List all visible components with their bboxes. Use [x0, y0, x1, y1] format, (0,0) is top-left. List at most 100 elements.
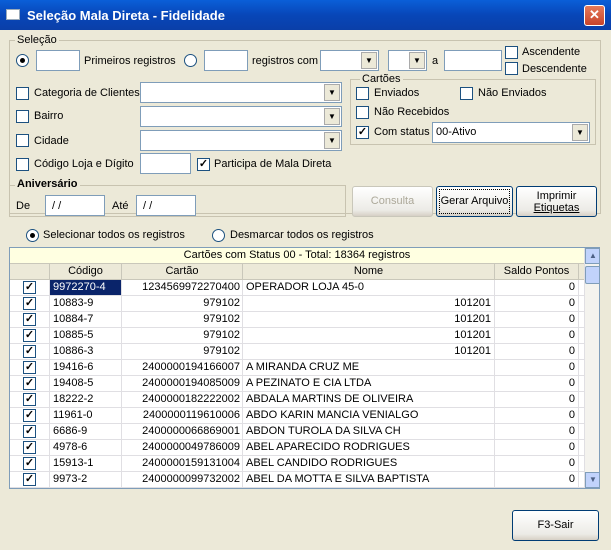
status-combo[interactable]: 00-Ativo ▼ [432, 122, 590, 143]
table-row[interactable]: ✓ 9973-2 2400000099732002 ABEL DA MOTTA E S… [10, 472, 584, 488]
row-codigo: 6686-9 [50, 424, 122, 439]
table-row[interactable]: ✓ 11961-0 2400000119610006 ABDO KARIN MANCI… [10, 408, 584, 424]
table-row[interactable]: ✓ 10884-7 979102 101201 0 [10, 312, 584, 328]
grid-vscrollbar[interactable]: ▲ ▼ [584, 248, 599, 488]
row-check-cell[interactable]: ✓ [10, 360, 50, 375]
scroll-thumb[interactable] [585, 266, 599, 284]
row-check-cell[interactable]: ✓ [10, 344, 50, 359]
nao-recebidos-checkbox[interactable] [356, 106, 369, 119]
chevron-down-icon[interactable]: ▼ [324, 132, 340, 149]
operator-combo[interactable]: ▼ [388, 50, 427, 71]
chevron-down-icon[interactable]: ▼ [409, 52, 425, 69]
row-checkbox[interactable]: ✓ [23, 425, 36, 438]
row-checkbox[interactable]: ✓ [23, 457, 36, 470]
row-checkbox[interactable]: ✓ [23, 473, 36, 486]
consulta-button[interactable]: Consulta [352, 186, 433, 217]
row-check-cell[interactable]: ✓ [10, 408, 50, 423]
imprimir-etiquetas-button[interactable]: Imprimir Etiquetas [516, 186, 597, 217]
table-row[interactable]: ✓ 10886-3 979102 101201 0 [10, 344, 584, 360]
row-check-cell[interactable]: ✓ [10, 392, 50, 407]
primeiros-input[interactable] [36, 50, 80, 71]
cidade-combo[interactable]: ▼ [140, 130, 342, 151]
scroll-up-button[interactable]: ▲ [585, 248, 599, 264]
table-row[interactable]: ✓ 19408-5 2400000194085009 A PEZINATO E CIA… [10, 376, 584, 392]
enviados-checkbox[interactable] [356, 87, 369, 100]
row-check-cell[interactable]: ✓ [10, 296, 50, 311]
bairro-checkbox[interactable] [16, 110, 29, 123]
field-combo[interactable]: ▼ [320, 50, 379, 71]
table-row[interactable]: ✓ 4978-6 2400000049786009 ABEL APARECIDO RO… [10, 440, 584, 456]
a-input[interactable] [444, 50, 502, 71]
nao-enviados-checkbox[interactable] [460, 87, 473, 100]
codigo-loja-checkbox[interactable] [16, 158, 29, 171]
row-check-cell[interactable]: ✓ [10, 280, 50, 295]
table-row[interactable]: ✓ 15913-1 2400000159131004 ABEL CANDIDO ROD… [10, 456, 584, 472]
table-row[interactable]: ✓ 6686-9 2400000066869001 ABDON TUROLA DA S… [10, 424, 584, 440]
close-button[interactable]: ✕ [584, 5, 605, 26]
row-checkbox[interactable]: ✓ [23, 361, 36, 374]
primeiros-label: Primeiros registros [84, 55, 176, 67]
sair-button[interactable]: F3-Sair [512, 510, 599, 541]
chevron-down-icon[interactable]: ▼ [572, 124, 588, 141]
table-row[interactable]: ✓ 10885-5 979102 101201 0 [10, 328, 584, 344]
bairro-label: Bairro [34, 110, 64, 122]
imprimir-label: Imprimir [536, 190, 577, 202]
row-checkbox[interactable]: ✓ [23, 393, 36, 406]
table-row[interactable]: ✓ 10883-9 979102 101201 0 [10, 296, 584, 312]
row-nome-extra: 101201 [454, 329, 491, 341]
registros-com-input[interactable] [204, 50, 248, 71]
descendente-checkbox[interactable] [505, 62, 518, 75]
header-nome[interactable]: Nome [243, 264, 495, 280]
row-checkbox[interactable]: ✓ [23, 329, 36, 342]
row-nome: ABEL CANDIDO RODRIGUES [243, 456, 495, 471]
row-cartao: 979102 [122, 328, 243, 343]
header-cartao[interactable]: Cartão [122, 264, 243, 280]
chevron-down-icon[interactable]: ▼ [324, 108, 340, 125]
row-checkbox[interactable]: ✓ [23, 409, 36, 422]
row-checkbox[interactable]: ✓ [23, 441, 36, 454]
participa-checkbox[interactable]: ✓ [197, 158, 210, 171]
chevron-down-icon[interactable]: ▼ [361, 52, 377, 69]
cidade-checkbox[interactable] [16, 134, 29, 147]
primeiros-radio[interactable] [16, 54, 29, 67]
row-check-cell[interactable]: ✓ [10, 424, 50, 439]
chevron-down-icon[interactable]: ▼ [324, 84, 340, 101]
row-codigo: 9972270-4 [50, 280, 122, 295]
categoria-combo[interactable]: ▼ [140, 82, 342, 103]
header-saldo[interactable]: Saldo Pontos [495, 264, 579, 280]
table-row[interactable]: ✓ 19416-6 2400000194166007 A MIRANDA CRUZ M… [10, 360, 584, 376]
row-check-cell[interactable]: ✓ [10, 440, 50, 455]
table-row[interactable]: ✓ 9972270-4 1234569972270400 OPERADOR LOJA … [10, 280, 584, 296]
codigo-loja-label: Código Loja e Dígito [34, 158, 134, 170]
gerar-arquivo-button[interactable]: Gerar Arquivo [436, 186, 513, 217]
scroll-down-button[interactable]: ▼ [585, 472, 599, 488]
selecionar-todos-radio[interactable] [26, 229, 39, 242]
row-check-cell[interactable]: ✓ [10, 456, 50, 471]
row-checkbox[interactable]: ✓ [23, 297, 36, 310]
table-row[interactable]: ✓ 18222-2 2400000182222002 ABDALA MARTINS D… [10, 392, 584, 408]
de-date-input[interactable] [45, 195, 105, 216]
row-saldo: 0 [495, 344, 579, 359]
header-codigo[interactable]: Código [50, 264, 122, 280]
com-status-checkbox[interactable]: ✓ [356, 126, 369, 139]
row-checkbox[interactable]: ✓ [23, 281, 36, 294]
row-cartao: 2400000182222002 [122, 392, 243, 407]
registros-com-radio[interactable] [184, 54, 197, 67]
row-nome: 101201 [243, 344, 495, 359]
bairro-combo[interactable]: ▼ [140, 106, 342, 127]
row-nome-text: A PEZINATO E CIA LTDA [246, 377, 372, 389]
row-check-cell[interactable]: ✓ [10, 312, 50, 327]
row-check-cell[interactable]: ✓ [10, 376, 50, 391]
desmarcar-todos-radio[interactable] [212, 229, 225, 242]
row-checkbox[interactable]: ✓ [23, 377, 36, 390]
ate-date-input[interactable] [136, 195, 196, 216]
row-check-cell[interactable]: ✓ [10, 328, 50, 343]
registros-grid[interactable]: Cartões com Status 00 - Total: 18364 reg… [9, 247, 600, 489]
row-nome: 101201 [243, 312, 495, 327]
codigo-loja-input[interactable] [140, 153, 191, 174]
row-check-cell[interactable]: ✓ [10, 472, 50, 487]
ascendente-checkbox[interactable] [505, 46, 518, 59]
categoria-checkbox[interactable] [16, 87, 29, 100]
row-checkbox[interactable]: ✓ [23, 345, 36, 358]
row-checkbox[interactable]: ✓ [23, 313, 36, 326]
